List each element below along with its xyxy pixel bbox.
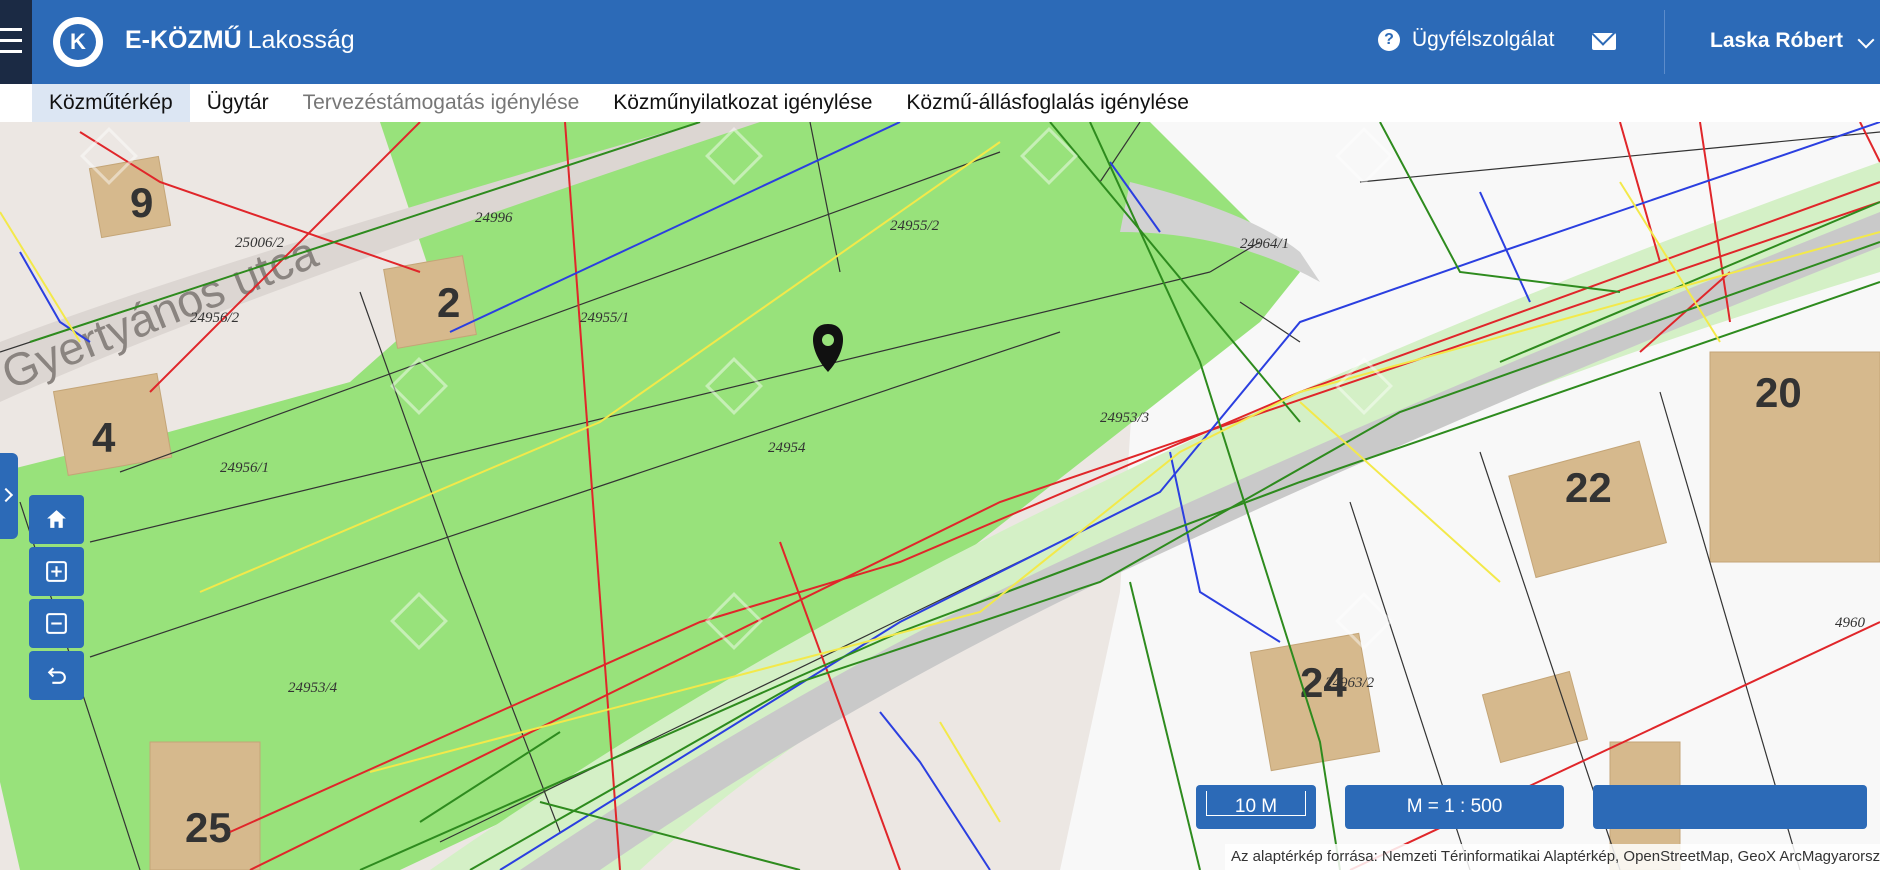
svg-text:22: 22 — [1565, 464, 1612, 511]
brand-title: E-KÖZMŰ Lakosság — [125, 26, 355, 55]
logo-letter: K — [60, 24, 96, 60]
chevron-down-icon[interactable] — [1857, 31, 1875, 49]
help-link[interactable]: ? Ügyfélszolgálat — [1378, 28, 1554, 52]
header-divider — [1664, 10, 1665, 74]
svg-text:25006/2: 25006/2 — [235, 235, 285, 251]
hamburger-menu-icon[interactable] — [0, 0, 32, 84]
svg-text:9: 9 — [130, 179, 153, 226]
svg-text:24956/1: 24956/1 — [220, 460, 269, 476]
back-button[interactable] — [29, 651, 84, 700]
app-logo[interactable]: K — [53, 17, 103, 67]
chevron-right-icon[interactable] — [0, 453, 18, 539]
svg-text:24964/1: 24964/1 — [1240, 236, 1289, 252]
svg-text:24953/4: 24953/4 — [288, 680, 338, 696]
tab-kozmunyilatkozat[interactable]: Közműnyilatkozat igénylése — [596, 84, 889, 122]
svg-text:24955/2: 24955/2 — [890, 218, 940, 234]
home-icon — [47, 510, 66, 528]
tab-kozmu-allasfoglalas[interactable]: Közmű-állásfoglalás igénylése — [889, 84, 1206, 122]
tab-kozmuterkep[interactable]: Közműtérkép — [32, 84, 190, 122]
zoom-out-icon — [46, 613, 67, 634]
help-label: Ügyfélszolgálat — [1412, 28, 1555, 51]
home-button[interactable] — [29, 495, 84, 544]
svg-text:24996: 24996 — [475, 210, 513, 226]
zoom-in-icon — [46, 561, 67, 582]
scale-bar-line — [1206, 791, 1306, 816]
top-bar: K E-KÖZMŰ Lakosság ? Ügyfélszolgálat Lask… — [0, 0, 1880, 84]
scale-bar: 10 M — [1196, 785, 1316, 829]
svg-text:24955/1: 24955/1 — [580, 310, 629, 326]
undo-icon — [47, 667, 66, 684]
svg-text:4: 4 — [92, 414, 116, 461]
envelope-icon[interactable] — [1592, 33, 1616, 50]
question-circle-icon: ? — [1378, 29, 1400, 51]
svg-text:24963/2: 24963/2 — [1325, 675, 1375, 691]
brand-subtitle: Lakosság — [247, 26, 355, 54]
brand-name: E-KÖZMŰ — [125, 26, 242, 54]
svg-text:24954: 24954 — [768, 440, 806, 456]
zoom-out-button[interactable] — [29, 599, 84, 648]
map-canvas[interactable]: Gyertyános utca 9 2 4 20 22 24 25 24956/… — [0, 122, 1880, 870]
svg-text:2: 2 — [437, 279, 460, 326]
svg-text:4960: 4960 — [1835, 615, 1866, 631]
svg-text:24953/3: 24953/3 — [1100, 410, 1149, 426]
svg-text:20: 20 — [1755, 369, 1802, 416]
map-attribution: Az alaptérkép forrása: Nemzeti Térinform… — [1225, 844, 1880, 870]
tab-ugytar[interactable]: Ügytár — [190, 84, 286, 122]
svg-text:24956/2: 24956/2 — [190, 310, 240, 326]
main-nav: Közműtérkép Ügytár Tervezéstámogatás igé… — [0, 84, 1880, 122]
scale-blank-field[interactable] — [1593, 785, 1867, 829]
scale-ratio[interactable]: M = 1 : 500 — [1345, 785, 1564, 829]
user-menu[interactable]: Laska Róbert — [1710, 29, 1843, 53]
utility-map: Gyertyános utca 9 2 4 20 22 24 25 24956/… — [0, 122, 1880, 870]
zoom-in-button[interactable] — [29, 547, 84, 596]
svg-text:25: 25 — [185, 804, 232, 851]
tab-tervezestamogatas[interactable]: Tervezéstámogatás igénylése — [286, 84, 597, 122]
